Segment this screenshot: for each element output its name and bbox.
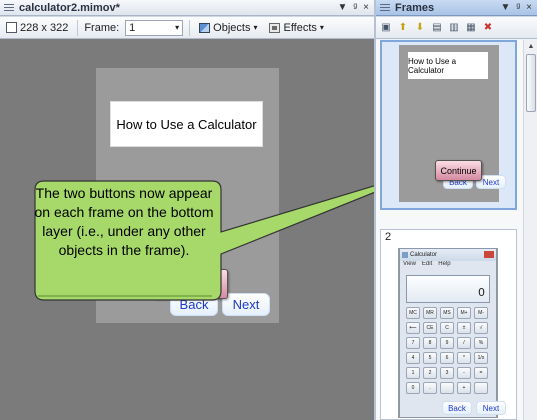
calc-key: = xyxy=(474,367,488,379)
calc-menu-edit: Edit xyxy=(421,261,433,267)
pin-button[interactable]: ᵍ xyxy=(516,2,520,13)
calc-menu-help: Help xyxy=(438,261,451,267)
toolbar-separator xyxy=(77,19,79,36)
frames-pane-title: Frames ▼ ᵍ × xyxy=(376,0,537,16)
calc-key: 0 xyxy=(406,382,420,394)
calc-key: MC xyxy=(406,307,420,319)
effects-label: Effects xyxy=(283,21,317,34)
copy-frame-icon[interactable]: ▥ xyxy=(448,22,460,33)
calc-key: % xyxy=(474,337,488,349)
pane-menu-button[interactable]: ▼ xyxy=(500,2,510,13)
calc-key: / xyxy=(457,337,471,349)
resize-icon xyxy=(6,22,17,33)
frame-1-title-text: How to Use a Calculator xyxy=(408,52,488,79)
calc-key: + xyxy=(457,382,471,394)
calc-key: 9 xyxy=(440,337,454,349)
toolbar-separator xyxy=(189,19,191,36)
pane-controls: ▼ ᵍ × xyxy=(500,2,537,13)
calc-key: C xyxy=(440,322,454,334)
calc-key: 6 xyxy=(440,352,454,364)
calc-key: 8 xyxy=(423,337,437,349)
frame-2-stage: Calculator View Edit Help 0 MC MR MS M+ M- ⟵ C… xyxy=(398,248,506,418)
stage-size-button[interactable]: 228 x 322 xyxy=(3,21,71,35)
calc-key: 1/x xyxy=(474,352,488,364)
callout-text: The two buttons now appear on each frame… xyxy=(34,185,214,258)
objects-label: Objects xyxy=(213,21,251,34)
move-up-icon[interactable]: ⬆ xyxy=(397,22,409,33)
dropdown-arrow-icon: ▾ xyxy=(319,23,324,32)
frame-thumbnail-2[interactable]: 2 Calculator View Edit Help 0 MC MR MS M+ M-… xyxy=(380,229,517,420)
frames-title: Frames xyxy=(395,1,435,14)
calc-key: CE xyxy=(423,322,437,334)
frame-select[interactable]: 1 ▾ xyxy=(125,19,184,36)
calculator-window: Calculator View Edit Help 0 MC MR MS M+ M- ⟵ C… xyxy=(399,248,497,418)
frame-2-next-button: Next xyxy=(476,401,506,415)
close-button[interactable]: × xyxy=(363,2,369,13)
close-button[interactable]: × xyxy=(526,2,532,13)
calc-key: 5 xyxy=(423,352,437,364)
chevron-down-icon: ▾ xyxy=(175,23,180,32)
calc-key: MR xyxy=(423,307,437,319)
document-pane-title: calculator2.mimov* ▼ ᵍ × xyxy=(0,0,374,16)
calc-menu-view: View xyxy=(403,261,416,267)
frames-scrollbar[interactable]: ▲ xyxy=(523,40,537,420)
frames-pane: ▣ ⬆ ⬇ ▤ ▥ ▦ ✖ How to Use a Calculator Ba… xyxy=(376,17,537,420)
scrollbar-thumb[interactable] xyxy=(526,54,536,112)
next-button[interactable]: Next xyxy=(222,293,270,316)
calc-key: 3 xyxy=(440,367,454,379)
calculator-menu: View Edit Help xyxy=(400,261,496,270)
calc-key: 4 xyxy=(406,352,420,364)
calc-key xyxy=(474,382,488,394)
pane-menu-button[interactable]: ▼ xyxy=(337,2,347,13)
frame-2-back-button: Back xyxy=(442,401,472,415)
calc-key: √ xyxy=(474,322,488,334)
frame-1-stage: How to Use a Calculator Back Next Contin… xyxy=(399,45,506,202)
calculator-title-text: Calculator xyxy=(410,252,438,258)
frame-thumbnail-list: How to Use a Calculator Back Next Contin… xyxy=(376,40,523,420)
document-toolbar: 228 x 322 Frame: 1 ▾ Objects ▾ Effects ▾ xyxy=(0,17,374,39)
calculator-title: Calculator xyxy=(400,249,496,261)
calc-key: 7 xyxy=(406,337,420,349)
frame-label: Frame: xyxy=(84,21,120,34)
move-down-icon[interactable]: ⬇ xyxy=(414,22,426,33)
paste-frame-icon[interactable]: ▦ xyxy=(465,22,477,33)
calc-key: . xyxy=(423,382,437,394)
objects-icon xyxy=(199,22,211,33)
calc-key: ± xyxy=(457,322,471,334)
calc-key xyxy=(440,382,454,394)
new-frame-icon[interactable]: ▣ xyxy=(380,22,392,33)
calc-key: * xyxy=(457,352,471,364)
objects-menu-button[interactable]: Objects ▾ xyxy=(196,21,260,35)
calc-key: 2 xyxy=(423,367,437,379)
calc-key: M- xyxy=(474,307,488,319)
frames-toolbar: ▣ ⬆ ⬇ ▤ ▥ ▦ ✖ xyxy=(376,17,537,39)
calc-key: - xyxy=(457,367,471,379)
calculator-display: 0 xyxy=(406,275,490,303)
delete-frame-icon[interactable]: ✖ xyxy=(482,22,494,33)
document-title: calculator2.mimov* xyxy=(19,1,120,14)
stage-size-label: 228 x 322 xyxy=(20,21,69,34)
scroll-up-icon[interactable]: ▲ xyxy=(526,42,536,52)
calculator-keypad: MC MR MS M+ M- ⟵ CE C ± √ 7 8 9/% 4 5 6 * 1/x 1 2 3- = 0. + xyxy=(400,307,496,394)
frame-thumbnail-1[interactable]: How to Use a Calculator Back Next Contin… xyxy=(380,40,517,210)
effects-menu-button[interactable]: Effects ▾ xyxy=(266,21,326,35)
calc-key: ⟵ xyxy=(406,322,420,334)
dropdown-arrow-icon: ▾ xyxy=(253,23,258,32)
pin-button[interactable]: ᵍ xyxy=(353,2,357,13)
duplicate-frame-icon[interactable]: ▤ xyxy=(431,22,443,33)
calc-key: 1 xyxy=(406,367,420,379)
frame-select-value: 1 xyxy=(129,21,136,34)
grip-icon xyxy=(380,3,390,12)
frame-number: 2 xyxy=(385,231,392,243)
close-icon xyxy=(484,251,494,258)
calc-key: MS xyxy=(440,307,454,319)
pane-controls: ▼ ᵍ × xyxy=(337,2,374,13)
effects-icon xyxy=(269,22,281,33)
calc-key: M+ xyxy=(457,307,471,319)
grip-icon xyxy=(4,3,14,12)
frame-1-continue-button: Continue xyxy=(435,160,482,181)
stage-title-text[interactable]: How to Use a Calculator xyxy=(110,101,263,147)
